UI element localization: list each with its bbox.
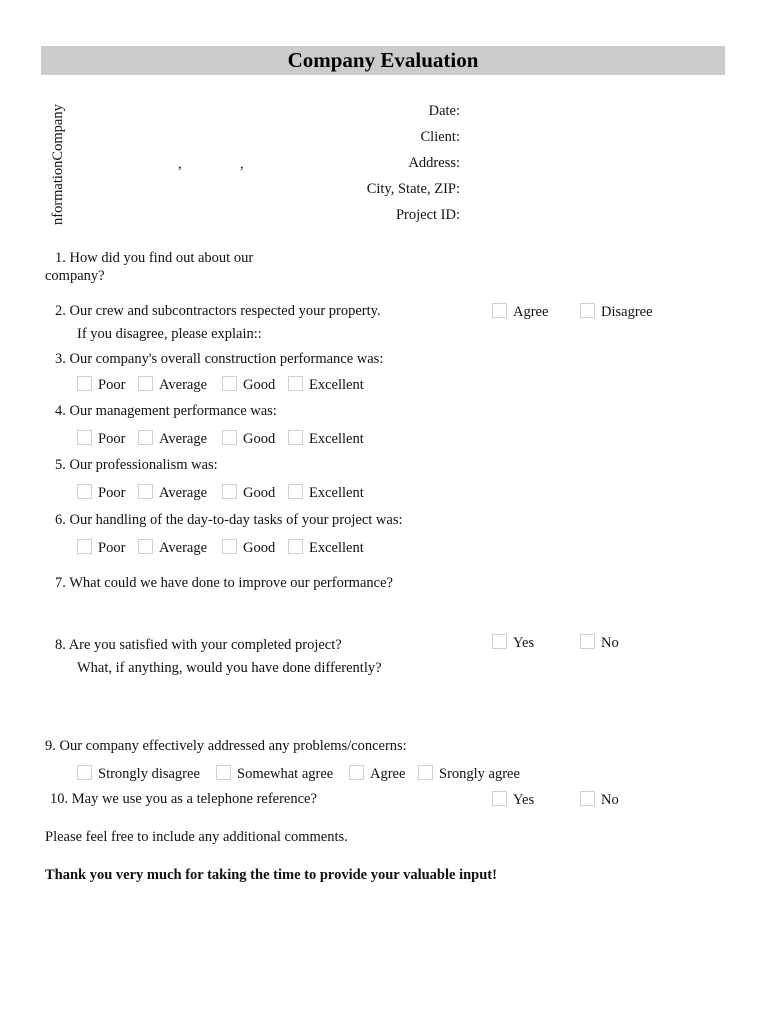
q3-option-average[interactable]: Average <box>138 376 207 394</box>
checkbox[interactable] <box>418 765 433 780</box>
question-5: 5. Our professionalism was: <box>55 457 218 473</box>
checkbox[interactable] <box>138 376 153 391</box>
q5-option-excellent[interactable]: Excellent <box>288 484 364 502</box>
question-4: 4. Our management performance was: <box>55 403 277 419</box>
q4-option-poor[interactable]: Poor <box>77 430 125 448</box>
checkbox[interactable] <box>492 303 507 318</box>
checkbox[interactable] <box>77 539 92 554</box>
checkbox[interactable] <box>77 484 92 499</box>
q3-option-poor[interactable]: Poor <box>77 376 125 394</box>
question-2: 2. Our crew and subcontractors respected… <box>55 303 381 319</box>
q6-option-excellent[interactable]: Excellent <box>288 539 364 557</box>
checkbox[interactable] <box>77 430 92 445</box>
checkbox[interactable] <box>580 303 595 318</box>
page-title: Company Evaluation <box>287 48 479 72</box>
question-8: 8. Are you satisfied with your completed… <box>55 637 342 653</box>
q2-option-disagree[interactable]: Disagree <box>580 303 653 321</box>
q9-option-strongly-disagree[interactable]: Strongly disagree <box>77 765 200 783</box>
q3-option-excellent[interactable]: Excellent <box>288 376 364 394</box>
question-8-followup: What, if anything, would you have done d… <box>77 660 382 676</box>
checkbox[interactable] <box>138 484 153 499</box>
q8-option-yes[interactable]: Yes <box>492 634 534 652</box>
checkbox[interactable] <box>580 791 595 806</box>
q5-option-good[interactable]: Good <box>222 484 275 502</box>
checkbox[interactable] <box>349 765 364 780</box>
title-bar: Company Evaluation <box>41 46 725 75</box>
date-label: Date: <box>428 103 460 119</box>
checkbox[interactable] <box>288 484 303 499</box>
q10-option-yes[interactable]: Yes <box>492 791 534 809</box>
checkbox[interactable] <box>138 539 153 554</box>
q6-option-good[interactable]: Good <box>222 539 275 557</box>
question-1-line1: 1. How did you find out about our <box>55 250 254 266</box>
checkbox[interactable] <box>216 765 231 780</box>
q8-option-no[interactable]: No <box>580 634 619 652</box>
q10-option-no[interactable]: No <box>580 791 619 809</box>
checkbox[interactable] <box>77 765 92 780</box>
checkbox[interactable] <box>492 634 507 649</box>
q5-option-average[interactable]: Average <box>138 484 207 502</box>
checkbox[interactable] <box>138 430 153 445</box>
q9-option-agree[interactable]: Agree <box>349 765 405 783</box>
comma-separator: , <box>240 156 244 172</box>
q4-option-good[interactable]: Good <box>222 430 275 448</box>
checkbox[interactable] <box>288 539 303 554</box>
q6-option-poor[interactable]: Poor <box>77 539 125 557</box>
question-6: 6. Our handling of the day-to-day tasks … <box>55 512 403 528</box>
q9-option-somewhat-agree[interactable]: Somewhat agree <box>216 765 333 783</box>
checkbox[interactable] <box>580 634 595 649</box>
q9-option-strongly-agree[interactable]: Srongly agree <box>418 765 520 783</box>
comma-separator: , <box>178 156 182 172</box>
question-7: 7. What could we have done to improve ou… <box>55 575 393 591</box>
checkbox[interactable] <box>492 791 507 806</box>
question-9: 9. Our company effectively addressed any… <box>45 738 407 754</box>
checkbox[interactable] <box>288 430 303 445</box>
comments-note: Please feel free to include any addition… <box>45 829 348 845</box>
address-label: Address: <box>408 155 460 171</box>
company-information-label: nformationCompany <box>50 104 66 225</box>
thank-you-message: Thank you very much for taking the time … <box>45 867 497 883</box>
q4-option-average[interactable]: Average <box>138 430 207 448</box>
checkbox[interactable] <box>222 430 237 445</box>
city-state-zip-label: City, State, ZIP: <box>366 181 460 197</box>
checkbox[interactable] <box>77 376 92 391</box>
question-1-line2: company? <box>45 268 105 284</box>
question-10: 10. May we use you as a telephone refere… <box>50 791 317 807</box>
checkbox[interactable] <box>222 484 237 499</box>
checkbox[interactable] <box>222 376 237 391</box>
checkbox[interactable] <box>222 539 237 554</box>
checkbox[interactable] <box>288 376 303 391</box>
client-label: Client: <box>420 129 460 145</box>
q3-option-good[interactable]: Good <box>222 376 275 394</box>
q5-option-poor[interactable]: Poor <box>77 484 125 502</box>
project-id-label: Project ID: <box>395 207 460 223</box>
question-3: 3. Our company's overall construction pe… <box>55 351 384 367</box>
q6-option-average[interactable]: Average <box>138 539 207 557</box>
question-2-explain: If you disagree, please explain:: <box>77 326 262 342</box>
q2-option-agree[interactable]: Agree <box>492 303 548 321</box>
q4-option-excellent[interactable]: Excellent <box>288 430 364 448</box>
